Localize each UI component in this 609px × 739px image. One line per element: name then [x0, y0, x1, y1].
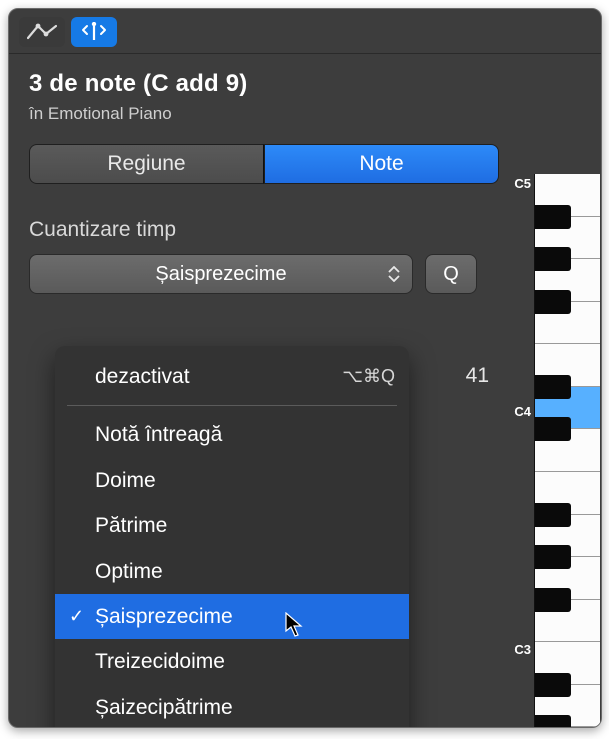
menu-item-label: Șaisprezecime [95, 602, 233, 631]
quantize-menu: dezactivat ⌥⌘Q Notă întreagă Doime Pătri… [55, 346, 409, 728]
quantize-row: Șaisprezecime Q [29, 254, 601, 294]
menu-item-label: Șaizecipătrime [95, 693, 233, 722]
panel: 3 de note (C add 9) în Emotional Piano R… [9, 54, 601, 726]
menu-item-label: Treizecidoime [95, 647, 225, 676]
menu-item-half[interactable]: Doime [55, 458, 409, 503]
piano-white-key[interactable] [535, 727, 600, 728]
quantize-value: Șaisprezecime [155, 263, 286, 286]
piano-black-key[interactable] [535, 715, 571, 728]
menu-item-sixteenth[interactable]: Șaisprezecime [55, 594, 409, 639]
octave-label: C4 [514, 404, 531, 419]
flex-tool-button[interactable] [71, 17, 117, 47]
segmented-control: Regiune Note [29, 144, 499, 184]
octave-label: C3 [514, 642, 531, 657]
piano-black-key[interactable] [535, 205, 571, 229]
piano-black-key[interactable] [535, 545, 571, 569]
menu-item-eighth[interactable]: Optime [55, 549, 409, 594]
mouse-cursor-icon [285, 612, 305, 638]
editor-window: 3 de note (C add 9) în Emotional Piano R… [8, 8, 602, 728]
popup-arrows-icon [388, 263, 402, 285]
menu-item-sixtyfourth[interactable]: Șaizecipătrime [55, 685, 409, 728]
flex-icon [79, 22, 109, 42]
menu-item-label: Pătrime [95, 511, 167, 540]
piano-black-key[interactable] [535, 290, 571, 314]
automation-icon [27, 23, 57, 41]
piano-black-key[interactable] [535, 588, 571, 612]
octave-label: C5 [514, 176, 531, 191]
menu-item-thirtysecond[interactable]: Treizecidoime [55, 639, 409, 684]
piano-keyboard[interactable] [534, 174, 600, 728]
menu-item-label: Doime [95, 466, 156, 495]
tab-note[interactable]: Note [264, 144, 499, 184]
piano-white-keys [535, 174, 600, 728]
menu-item-label: dezactivat [95, 362, 190, 391]
menu-item-label: Notă întreagă [95, 420, 222, 449]
menu-divider [67, 405, 397, 406]
quantize-label: Cuantizare timp [29, 218, 601, 242]
menu-item-label: Optime [95, 557, 163, 586]
menu-item-whole[interactable]: Notă întreagă [55, 412, 409, 457]
toolbar [9, 9, 601, 54]
piano-black-key[interactable] [535, 247, 571, 271]
value-display: 41 [466, 364, 489, 388]
quantize-apply-button[interactable]: Q [425, 254, 477, 294]
piano-black-key[interactable] [535, 503, 571, 527]
piano-black-key[interactable] [535, 417, 571, 441]
automation-tool-button[interactable] [19, 17, 65, 47]
menu-item-off[interactable]: dezactivat ⌥⌘Q [55, 354, 409, 399]
track-name: în Emotional Piano [29, 104, 601, 124]
piano-black-key[interactable] [535, 673, 571, 697]
piano-black-key[interactable] [535, 375, 571, 399]
tab-region[interactable]: Regiune [29, 144, 264, 184]
quantize-select[interactable]: Șaisprezecime [29, 254, 413, 294]
menu-item-quarter[interactable]: Pătrime [55, 503, 409, 548]
menu-shortcut: ⌥⌘Q [342, 364, 395, 389]
page-title: 3 de note (C add 9) [29, 70, 601, 98]
